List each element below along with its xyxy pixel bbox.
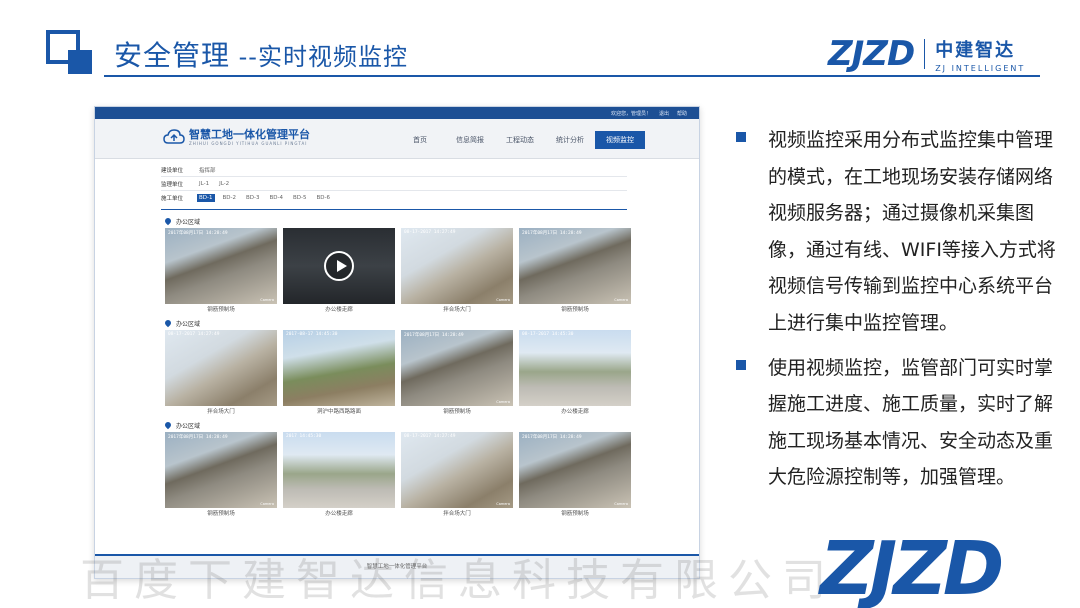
bullet-item: 使用视频监控，监管部门可实时掌握施工进度、施工质量，实时了解施工现场基本情况、安…	[736, 350, 1056, 496]
nav-home[interactable]: 首页	[395, 131, 445, 149]
location-pin-icon	[163, 318, 173, 328]
filter-option[interactable]: BD-1	[197, 194, 215, 202]
bullet-list: 视频监控采用分布式监控集中管理的模式，在工地现场安装存储网络视频服务器；通过摄像…	[736, 122, 1056, 504]
slide-title: 安全管理 --实时视频监控	[114, 39, 408, 72]
bullet-square-icon	[736, 359, 746, 370]
video-caption: 拌合场大门	[443, 307, 471, 313]
video-caption: 钢筋预制场	[561, 307, 589, 313]
bullet-item: 视频监控采用分布式监控集中管理的模式，在工地现场安装存储网络视频服务器；通过摄像…	[736, 122, 1056, 342]
section-title: 办公区域	[163, 418, 699, 432]
filter-option[interactable]: BD-5	[291, 194, 309, 202]
video-tile[interactable]: 2017年08月17日 14:28:49 Camera 钢筋预制场	[165, 228, 277, 316]
video-tile[interactable]: 08-17-2017 14:45:30 办公楼走廊	[519, 330, 631, 418]
brand-name-cn: 中建智达	[935, 39, 1016, 61]
video-caption: 办公楼走廊	[325, 511, 353, 517]
big-brand-logo: ZJZD	[820, 526, 1004, 608]
section-title: 办公区域	[163, 214, 699, 228]
brand-name-en: ZJ INTELLIGENT	[935, 63, 1026, 73]
filter-option[interactable]: BD-6	[315, 194, 333, 202]
filter-panel: 建设单位 指挥部 监理单位 JL-1 JL-2 施工单位 BD-1 BD-2 B…	[95, 159, 699, 205]
location-pin-icon	[163, 216, 173, 226]
filter-option[interactable]: JL-2	[217, 180, 231, 188]
video-caption: 拌合场大门	[207, 409, 235, 415]
video-grid: 2017年08月17日 14:28:49 Camera 钢筋预制场 2017 14…	[165, 432, 699, 520]
nav-progress[interactable]: 工程动态	[495, 131, 545, 149]
brand-logo: ZJZD 中建智达 ZJ INTELLIGENT	[828, 34, 1025, 74]
video-grid: 2017年08月17日 14:28:49 Camera 钢筋预制场 办公楼走廊 0…	[165, 228, 699, 316]
nav-statistics[interactable]: 统计分析	[545, 131, 595, 149]
video-tile[interactable]: 08-17-2017 14:27:49 Camera 拌合场大门	[401, 432, 513, 520]
nav-video[interactable]: 视频监控	[595, 131, 645, 149]
video-caption: 办公楼走廊	[325, 307, 353, 313]
video-tile[interactable]: 办公楼走廊	[283, 228, 395, 316]
header-divider	[104, 75, 1040, 77]
section-title: 办公区域	[163, 316, 699, 330]
platform-name: 智慧工地一体化管理平台	[189, 128, 310, 141]
bullet-square-icon	[736, 132, 746, 142]
section-logo-icon	[46, 30, 94, 74]
brand-mark: ZJZD	[828, 34, 915, 74]
logout-link[interactable]: 退出	[659, 110, 669, 117]
location-pin-icon	[163, 420, 173, 430]
video-tile[interactable]: 08-17-2017 14:27:49 拌合场大门	[165, 330, 277, 418]
platform-header: 智慧工地一体化管理平台 ZHIHUI GONGDI YITIHUA GUANLI…	[95, 119, 699, 159]
video-caption: 钢筋预制场	[561, 511, 589, 517]
video-caption: 办公楼走廊	[561, 409, 589, 415]
video-tile[interactable]: 2017年08月17日 14:28:49 Camera 钢筋预制场	[165, 432, 277, 520]
bullet-text: 使用视频监控，监管部门可实时掌握施工进度、施工质量，实时了解施工现场基本情况、安…	[768, 356, 1054, 489]
video-tile[interactable]: 2017 14:45:30 办公楼走廊	[283, 432, 395, 520]
welcome-text: 欢迎您，管理员！	[610, 110, 651, 117]
platform-screenshot: 欢迎您，管理员！ 退出 帮助 智慧工地一体化管理平台 ZHIHUI GONGDI…	[94, 106, 700, 579]
video-caption: 钢筋预制场	[443, 409, 471, 415]
video-grid: 08-17-2017 14:27:49 拌合场大门 2017-08-17 14:…	[165, 330, 699, 418]
cloud-upload-icon	[163, 129, 185, 144]
video-caption: 洞沪中路西路路面	[316, 409, 361, 415]
video-caption: 拌合场大门	[443, 511, 471, 517]
video-caption: 钢筋预制场	[207, 511, 235, 517]
bullet-text: 视频监控采用分布式监控集中管理的模式，在工地现场安装存储网络视频服务器；通过摄像…	[768, 129, 1056, 334]
filter-row: 施工单位 BD-1 BD-2 BD-3 BD-4 BD-5 BD-6	[161, 194, 333, 202]
filter-option[interactable]: BD-2	[221, 194, 239, 202]
help-link[interactable]: 帮助	[677, 110, 687, 117]
video-tile[interactable]: 08-17-2017 14:27:49 Camera 拌合场大门	[401, 228, 513, 316]
platform-name-en: ZHIHUI GONGDI YITIHUA GUANLI PINGTAI	[189, 141, 308, 146]
filter-option[interactable]: 指挥部	[197, 165, 218, 175]
video-caption: 钢筋预制场	[207, 307, 235, 313]
play-icon[interactable]	[324, 251, 354, 281]
nav-briefing[interactable]: 信息简报	[445, 131, 495, 149]
video-tile[interactable]: 2017年08月17日 14:28:49 Camera 钢筋预制场	[519, 432, 631, 520]
video-tile[interactable]: 2017-08-17 14:45:30 洞沪中路西路路面	[283, 330, 395, 418]
video-tile[interactable]: 2017年08月17日 14:28:49 Camera 钢筋预制场	[401, 330, 513, 418]
filter-row: 建设单位 指挥部	[161, 163, 627, 177]
platform-nav: 首页 信息简报 工程动态 统计分析 视频监控	[395, 131, 645, 149]
filter-option[interactable]: BD-3	[244, 194, 262, 202]
watermark: 百度下建智达信息科技有限公司	[80, 555, 836, 606]
filter-row: 监理单位 JL-1 JL-2	[161, 177, 627, 191]
filter-option[interactable]: JL-1	[197, 180, 211, 188]
filter-option[interactable]: BD-4	[268, 194, 286, 202]
platform-topbar: 欢迎您，管理员！ 退出 帮助	[95, 107, 699, 119]
video-tile[interactable]: 2017年08月17日 14:28:49 Camera 钢筋预制场	[519, 228, 631, 316]
